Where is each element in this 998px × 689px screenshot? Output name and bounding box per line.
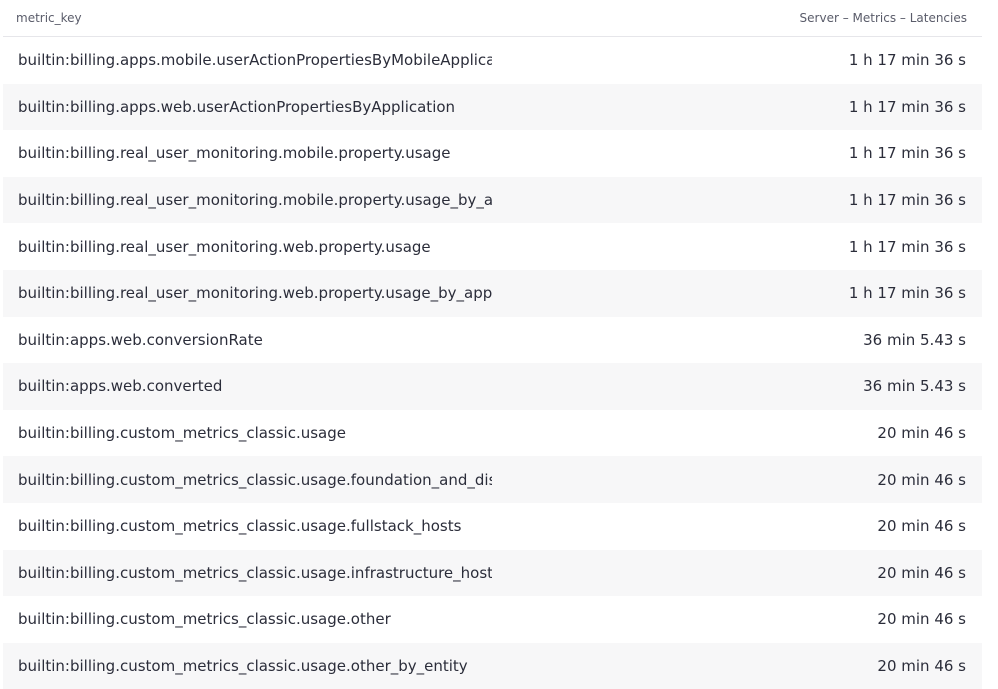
metric-key-cell: builtin:billing.custom_metrics_classic.u… xyxy=(18,610,391,629)
column-header-metric-key[interactable]: metric_key xyxy=(16,11,82,25)
latency-cell: 20 min 46 s xyxy=(877,517,966,536)
table-row[interactable]: builtin:billing.real_user_monitoring.web… xyxy=(3,269,982,317)
metric-key-cell: builtin:billing.real_user_monitoring.web… xyxy=(18,237,431,256)
table-row[interactable]: builtin:billing.custom_metrics_classic.u… xyxy=(3,596,982,643)
table-row[interactable]: builtin:billing.apps.mobile.userActionPr… xyxy=(3,37,982,84)
table-body: builtin:billing.apps.mobile.userActionPr… xyxy=(3,37,982,689)
latency-cell: 20 min 46 s xyxy=(877,563,966,582)
metric-key-cell: builtin:billing.real_user_monitoring.web… xyxy=(18,284,492,303)
table-row[interactable]: builtin:apps.web.conversionRate 36 min 5… xyxy=(3,316,982,364)
metric-key-cell: builtin:billing.custom_metrics_classic.u… xyxy=(18,424,347,443)
table-header: metric_key Server – Metrics – Latencies xyxy=(3,0,982,37)
table-row[interactable]: builtin:billing.real_user_monitoring.mob… xyxy=(3,176,982,224)
metric-key-cell: builtin:billing.real_user_monitoring.mob… xyxy=(18,191,492,210)
latency-cell: 20 min 46 s xyxy=(877,470,966,489)
metric-key-cell: builtin:billing.custom_metrics_classic.u… xyxy=(18,657,468,676)
table-row[interactable]: builtin:apps.web.converted 36 min 5.43 s xyxy=(3,363,982,410)
table-row[interactable]: builtin:billing.custom_metrics_classic.u… xyxy=(3,409,982,457)
metrics-table: metric_key Server – Metrics – Latencies … xyxy=(3,0,982,689)
table-row[interactable]: builtin:billing.real_user_monitoring.web… xyxy=(3,223,982,270)
metric-key-cell: builtin:billing.real_user_monitoring.mob… xyxy=(18,144,451,163)
latency-cell: 20 min 46 s xyxy=(877,424,966,443)
latency-cell: 1 h 17 min 36 s xyxy=(848,237,966,256)
metric-key-cell: builtin:billing.custom_metrics_classic.u… xyxy=(18,563,492,582)
table-row[interactable]: builtin:billing.custom_metrics_classic.u… xyxy=(3,642,982,689)
latency-cell: 36 min 5.43 s xyxy=(863,330,966,349)
metric-key-cell: builtin:apps.web.converted xyxy=(18,377,223,396)
latency-cell: 20 min 46 s xyxy=(877,657,966,676)
latency-cell: 1 h 17 min 36 s xyxy=(848,144,966,163)
latency-cell: 1 h 17 min 36 s xyxy=(848,284,966,303)
table-row[interactable]: builtin:billing.custom_metrics_classic.u… xyxy=(3,502,982,550)
metric-key-cell: builtin:billing.apps.mobile.userActionPr… xyxy=(18,51,492,70)
table-row[interactable]: builtin:billing.custom_metrics_classic.u… xyxy=(3,456,982,503)
metric-key-cell: builtin:billing.apps.web.userActionPrope… xyxy=(18,97,456,116)
table-row[interactable]: builtin:billing.custom_metrics_classic.u… xyxy=(3,549,982,597)
table-row[interactable]: builtin:billing.apps.web.userActionPrope… xyxy=(3,83,982,131)
metric-key-cell: builtin:billing.custom_metrics_classic.u… xyxy=(18,517,462,536)
metric-key-cell: builtin:apps.web.conversionRate xyxy=(18,330,263,349)
latency-cell: 1 h 17 min 36 s xyxy=(848,51,966,70)
latency-cell: 1 h 17 min 36 s xyxy=(848,97,966,116)
column-header-latency[interactable]: Server – Metrics – Latencies xyxy=(800,11,967,25)
table-row[interactable]: builtin:billing.real_user_monitoring.mob… xyxy=(3,130,982,177)
latency-cell: 36 min 5.43 s xyxy=(863,377,966,396)
latency-cell: 20 min 46 s xyxy=(877,610,966,629)
latency-cell: 1 h 17 min 36 s xyxy=(848,191,966,210)
metric-key-cell: builtin:billing.custom_metrics_classic.u… xyxy=(18,470,492,489)
